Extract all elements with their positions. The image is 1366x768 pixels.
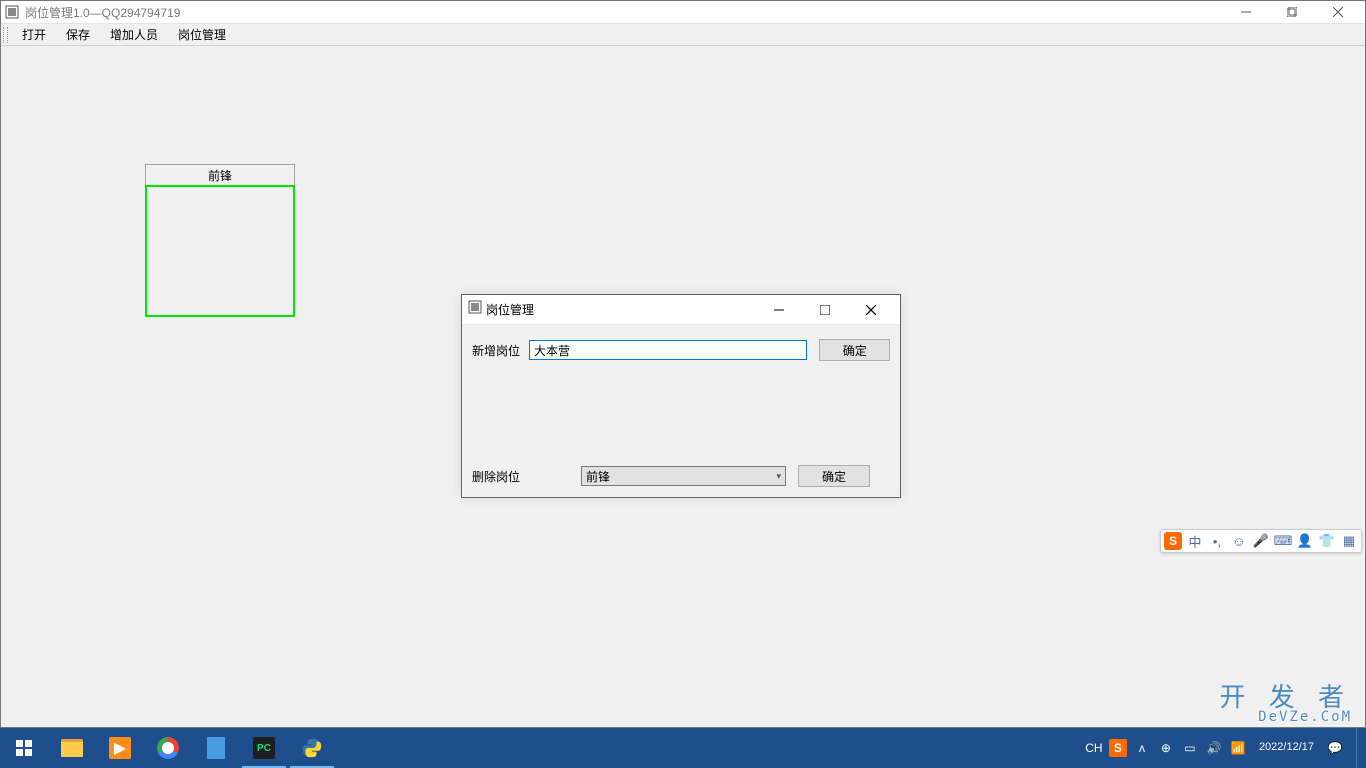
position-manage-dialog: 岗位管理 新增岗位 确定	[461, 294, 901, 498]
taskbar-left: ▶ PC	[0, 728, 336, 768]
add-confirm-button[interactable]: 确定	[819, 339, 890, 361]
tray-lang[interactable]: CH	[1085, 739, 1103, 757]
task-notepad-icon[interactable]	[192, 728, 240, 768]
tray-ime-icon[interactable]: S	[1109, 739, 1127, 757]
ime-lang-icon[interactable]: 中	[1186, 532, 1204, 550]
dialog-titlebar[interactable]: 岗位管理	[462, 295, 900, 325]
ime-punct-icon[interactable]: •,	[1208, 532, 1226, 550]
minimize-button[interactable]	[1223, 1, 1269, 24]
tray-clock[interactable]: 2022/12/17	[1253, 741, 1320, 754]
delete-confirm-button[interactable]: 确定	[798, 465, 870, 487]
delete-position-selected: 前锋	[586, 468, 610, 485]
show-desktop-button[interactable]	[1356, 728, 1362, 768]
main-titlebar: 岗位管理1.0—QQ294794719	[1, 1, 1365, 24]
ime-skin-icon[interactable]: 👕	[1318, 532, 1336, 550]
maximize-button[interactable]	[1269, 1, 1315, 24]
watermark: 开 发 者 DeVZe.CoM	[1220, 684, 1352, 724]
tray-network-icon[interactable]: ⊕	[1157, 739, 1175, 757]
position-header[interactable]: 前锋	[145, 164, 295, 186]
task-python-icon[interactable]	[288, 728, 336, 768]
menu-open[interactable]: 打开	[12, 24, 56, 45]
ime-face-icon[interactable]: ☺	[1230, 532, 1248, 550]
ime-mic-icon[interactable]: 🎤	[1252, 532, 1270, 550]
tray-wifi-icon[interactable]: 📶	[1229, 739, 1247, 757]
position-body[interactable]	[145, 185, 295, 317]
tray-notification-icon[interactable]: 💬	[1326, 739, 1344, 757]
ime-toolbar[interactable]: S 中 •, ☺ 🎤 ⌨ 👤 👕 ▦	[1160, 529, 1362, 553]
start-button[interactable]	[0, 728, 48, 768]
delete-position-label: 删除岗位	[472, 468, 524, 485]
tray-battery-icon[interactable]: ▭	[1181, 739, 1199, 757]
dialog-maximize-button[interactable]	[802, 296, 848, 324]
tray-date: 2022/12/17	[1259, 741, 1314, 754]
app-icon	[5, 5, 19, 19]
watermark-main: 开 发 者	[1220, 682, 1352, 712]
menu-save[interactable]: 保存	[56, 24, 100, 45]
delete-position-select[interactable]: 前锋 ▾	[581, 466, 786, 486]
dialog-title: 岗位管理	[486, 301, 756, 318]
dialog-body: 新增岗位 确定 删除岗位 前锋 ▾ 确定	[462, 325, 900, 497]
taskbar-right: CH S ʌ ⊕ ▭ 🔊 📶 2022/12/17 💬	[1085, 728, 1366, 768]
delete-position-row: 删除岗位 前锋 ▾ 确定	[472, 465, 890, 487]
main-window-controls	[1223, 1, 1361, 24]
task-explorer-icon[interactable]	[48, 728, 96, 768]
dialog-window-controls	[756, 296, 894, 324]
menu-grip[interactable]	[3, 27, 8, 43]
dialog-icon	[468, 300, 482, 319]
ime-user-icon[interactable]: 👤	[1296, 532, 1314, 550]
dialog-close-button[interactable]	[848, 296, 894, 324]
close-button[interactable]	[1315, 1, 1361, 24]
main-content: 前锋 岗位管理	[1, 46, 1365, 727]
add-position-input[interactable]	[529, 340, 807, 360]
ime-sogou-icon[interactable]: S	[1164, 532, 1182, 550]
menu-add-person[interactable]: 增加人员	[100, 24, 168, 45]
task-chrome-icon[interactable]	[144, 728, 192, 768]
taskbar: ▶ PC CH S ʌ ⊕ ▭ 🔊 📶 2022/12/17 💬	[0, 728, 1366, 768]
tray-up-icon[interactable]: ʌ	[1133, 739, 1151, 757]
dialog-minimize-button[interactable]	[756, 296, 802, 324]
add-position-row: 新增岗位 确定	[472, 339, 890, 361]
main-window-title: 岗位管理1.0—QQ294794719	[25, 4, 1223, 21]
menubar: 打开 保存 增加人员 岗位管理	[1, 24, 1365, 46]
main-window: 岗位管理1.0—QQ294794719 打开 保存 增加人员 岗位管理 前锋	[0, 0, 1366, 728]
task-pycharm-icon[interactable]: PC	[240, 728, 288, 768]
chevron-down-icon: ▾	[776, 471, 781, 482]
task-media-icon[interactable]: ▶	[96, 728, 144, 768]
add-position-label: 新增岗位	[472, 342, 523, 359]
watermark-sub: DeVZe.CoM	[1220, 710, 1352, 724]
tray-volume-icon[interactable]: 🔊	[1205, 739, 1223, 757]
ime-keyboard-icon[interactable]: ⌨	[1274, 532, 1292, 550]
ime-tool-icon[interactable]: ▦	[1340, 532, 1358, 550]
menu-position-manage[interactable]: 岗位管理	[168, 24, 236, 45]
position-box: 前锋	[145, 164, 295, 317]
